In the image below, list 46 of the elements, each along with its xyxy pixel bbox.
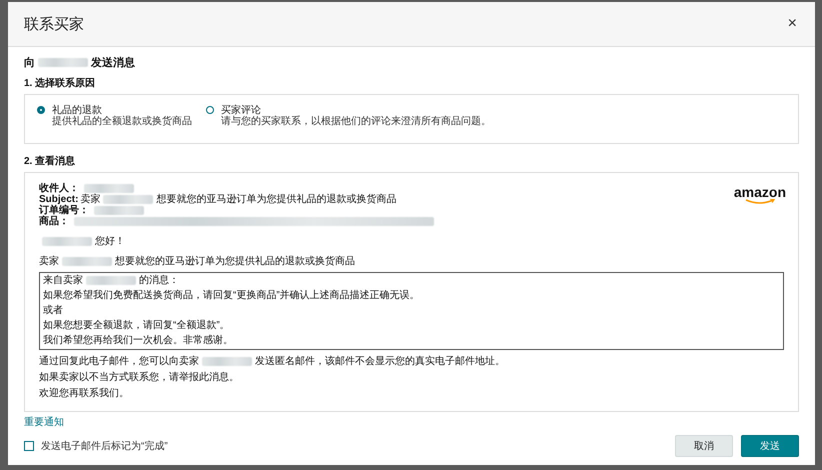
radio-button[interactable] <box>37 106 45 114</box>
option-label: 买家评论 <box>221 105 262 116</box>
message-text: 我们希望您再给我们一次机会。非常感谢。 <box>43 335 234 346</box>
message-text: 卖家 <box>80 194 100 205</box>
redacted-text <box>42 237 92 246</box>
field-label: 商品： <box>39 216 69 227</box>
message-text: 来自卖家 <box>43 275 83 286</box>
field-label: 收件人： <box>39 183 79 194</box>
section-title: 1. 选择联系原因 <box>24 76 96 90</box>
redacted-text <box>84 184 134 193</box>
message-text: 您好！ <box>95 236 125 247</box>
message-text: 欢迎您再联系我们。 <box>39 388 129 399</box>
dialog-title: 联系买家 <box>24 14 84 34</box>
smile-arrow-icon <box>744 199 776 205</box>
message-text: 想要就您的亚马逊订单为您提供礼品的退款或换货商品 <box>115 256 355 267</box>
notice-link[interactable]: 重要通知 <box>24 415 64 429</box>
option-description: 提供礼品的全额退款或换货商品 <box>52 116 192 127</box>
field-label: Subject: <box>39 194 78 205</box>
message-text: 通过回复此电子邮件，您可以向卖家 <box>39 356 199 367</box>
message-text: 卖家 <box>39 256 59 267</box>
logo-text: amazon <box>734 185 786 199</box>
redacted-text <box>103 195 154 204</box>
message-text: 或者 <box>43 305 64 316</box>
close-button[interactable]: × <box>784 15 801 33</box>
message-text: 向 <box>24 56 35 70</box>
message-text: 发送消息 <box>91 56 135 70</box>
redacted-text <box>94 206 144 215</box>
redacted-text <box>62 257 112 266</box>
redacted-text <box>86 276 136 285</box>
message-text: 如果您希望我们免费配送换货商品，请回复“更换商品”并确认上述商品描述正确无误。 <box>43 290 421 301</box>
message-text: 如果您想要全额退款，请回复“全额退款”。 <box>43 320 231 331</box>
radio-button[interactable] <box>206 106 214 114</box>
option-label: 礼品的退款 <box>52 105 103 116</box>
cancel-button[interactable]: 取消 <box>675 435 733 457</box>
message-text: 的消息： <box>139 275 179 286</box>
send-button[interactable]: 发送 <box>741 435 799 457</box>
checkbox[interactable] <box>24 441 34 451</box>
message-text: 想要就您的亚马逊订单为您提供礼品的退款或换货商品 <box>156 194 396 205</box>
message-text: 发送匿名邮件，该邮件不会显示您的真实电子邮件地址。 <box>255 356 505 367</box>
checkbox-label: 发送电子邮件后标记为“完成” <box>41 440 168 453</box>
field-label: 订单编号： <box>39 205 89 216</box>
section-title: 2. 查看消息 <box>24 154 76 168</box>
message-text: 如果卖家以不当方式联系您，请举报此消息。 <box>39 372 239 383</box>
redacted-text <box>38 58 88 67</box>
option-description: 请与您的买家联系，以根据他们的评论来澄清所有商品问题。 <box>221 116 491 127</box>
redacted-text <box>202 357 252 366</box>
